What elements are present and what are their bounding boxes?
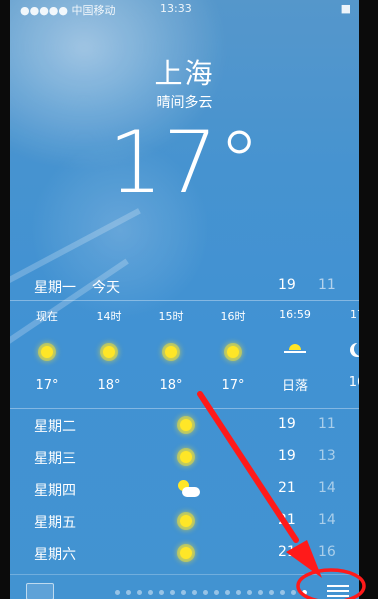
hour-item: 16时 17° [208,300,258,393]
page-dot [159,590,164,595]
hour-item: 现在 17° [22,300,72,393]
hour-item: 14时 18° [84,300,134,393]
city-list-icon[interactable] [327,585,349,597]
low-temp: 14 [318,512,336,528]
hour-time: 17 [350,308,359,321]
hour-temp: 日落 [281,379,308,394]
hour-temp: 16 [348,375,359,390]
page-dot [214,590,219,595]
page-dot [115,590,120,595]
list-item: 星期二 19 11 [10,410,359,440]
page-dot [203,590,208,595]
today-high: 19 [278,277,296,293]
page-dot [170,590,175,595]
sunset-icon [284,342,306,356]
sun-icon [180,419,192,431]
hour-temp: 18° [159,378,183,393]
weather-condition: 晴间多云 [156,95,213,111]
page-dot [137,590,142,595]
high-temp: 21 [278,512,296,528]
hour-time: 14时 [96,310,122,323]
carrier-signal: ●●●●● 中国移动 [20,4,116,17]
status-bar: ●●●●● 中国移动 13:33 ■ [10,0,359,18]
weekday: 星期五 [34,515,76,531]
hour-time: 现在 [36,310,58,323]
today-low: 11 [318,277,336,293]
low-temp: 14 [318,480,336,496]
list-item: 星期四 21 14 [10,474,359,504]
page-dot [291,590,296,595]
sun-icon [165,346,177,358]
low-temp: 16 [318,544,336,560]
high-temp: 19 [278,448,296,464]
page-dot [280,590,285,595]
page-dot [126,590,131,595]
weather-channel-icon[interactable] [26,583,54,599]
today-row: 星期一 今天 19 11 [10,270,359,301]
sun-icon [103,346,115,358]
hour-item: 16:59 日落 [270,300,320,394]
hour-temp: 17° [221,378,245,393]
hour-item: 15时 18° [146,300,196,393]
sun-icon [180,515,192,527]
today-label: 今天 [92,280,120,296]
sun-icon [227,346,239,358]
page-dot [192,590,197,595]
clock: 13:33 [160,2,192,15]
page-dot [269,590,274,595]
page-dot [181,590,186,595]
bottom-toolbar [10,574,359,599]
list-item: 星期三 19 13 [10,442,359,472]
hour-time: 15时 [158,310,184,323]
hour-time: 16时 [220,310,246,323]
hour-item: 17 16 [332,300,359,390]
list-item: 星期六 21 16 [10,538,359,568]
sun-icon [41,346,53,358]
weekday: 星期二 [34,419,76,435]
page-dot-active [302,590,307,595]
today-weekday: 星期一 [34,280,76,296]
sun-icon [180,451,192,463]
high-temp: 21 [278,544,296,560]
page-dot [258,590,263,595]
page-dot [247,590,252,595]
hourly-forecast[interactable]: 现在 17° 14时 18° 15时 18° 16时 17° 16:59 日落 … [10,300,359,409]
battery-icon: ■ [340,2,351,15]
page-dot [225,590,230,595]
page-dot [236,590,241,595]
page-indicator[interactable] [115,590,307,595]
list-item: 星期五 21 14 [10,506,359,536]
partly-cloudy-icon [176,480,200,498]
weekday: 星期四 [34,483,76,499]
sun-icon [180,547,192,559]
moon-icon [354,342,359,356]
page-dot [148,590,153,595]
hour-time: 16:59 [279,308,311,321]
hour-temp: 18° [97,378,121,393]
city-name: 上海 [154,57,215,90]
low-temp: 11 [318,416,336,432]
hour-temp: 17° [35,378,59,393]
current-temperature: 17° [108,113,261,213]
weekday: 星期三 [34,451,76,467]
high-temp: 19 [278,416,296,432]
weekday: 星期六 [34,547,76,563]
weather-screen: ●●●●● 中国移动 13:33 ■ 上海 晴间多云 17° 星期一 今天 19… [10,0,359,599]
high-temp: 21 [278,480,296,496]
low-temp: 13 [318,448,336,464]
